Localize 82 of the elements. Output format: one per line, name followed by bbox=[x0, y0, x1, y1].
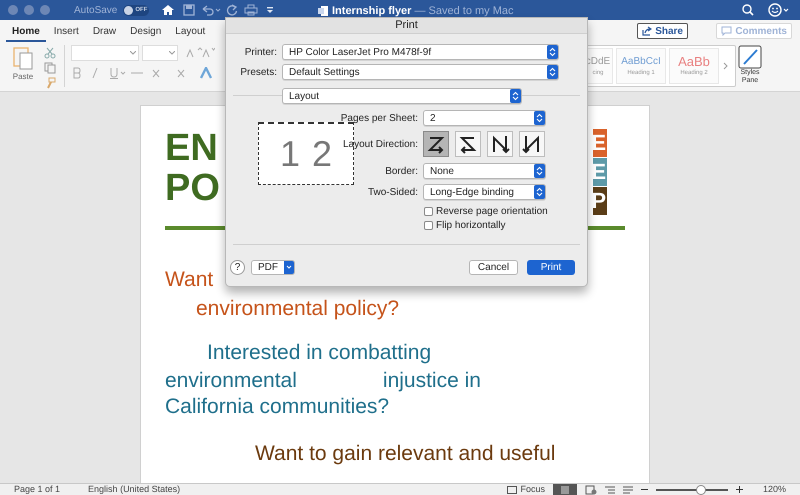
ribbon-tab[interactable]: Design bbox=[124, 22, 168, 42]
stepper-icon bbox=[534, 185, 545, 199]
field-label: Printer: bbox=[244, 46, 277, 60]
letter-tile: E bbox=[593, 129, 607, 157]
scissors-icon[interactable] bbox=[44, 47, 56, 59]
stepper-icon bbox=[534, 164, 545, 178]
help-button[interactable]: ? bbox=[230, 260, 245, 275]
body-text: Want bbox=[165, 267, 214, 293]
pdf-button[interactable]: PDF bbox=[251, 260, 295, 275]
page-number: 1 bbox=[280, 132, 300, 176]
styles-pane-icon bbox=[738, 45, 762, 69]
layout-direction-button[interactable] bbox=[519, 131, 545, 157]
border-dropdown[interactable]: None bbox=[423, 163, 546, 179]
dialog-title: Print bbox=[395, 18, 418, 34]
printer-dropdown[interactable]: HP Color LaserJet Pro M478f-9f bbox=[282, 44, 559, 60]
zoom-in-icon[interactable] bbox=[736, 486, 743, 493]
body-text: Want to gain relevant and useful bbox=[255, 441, 556, 467]
checkbox[interactable]: Reverse page orientation bbox=[424, 204, 548, 219]
stepper-icon bbox=[547, 45, 558, 59]
print-button[interactable]: Print bbox=[527, 260, 575, 275]
letter-tile: E bbox=[593, 158, 607, 186]
web-layout-icon[interactable] bbox=[584, 484, 597, 494]
share-button[interactable]: Share bbox=[637, 23, 688, 39]
outline-icon[interactable] bbox=[604, 486, 615, 494]
stepper-icon bbox=[547, 65, 558, 79]
autosave-label: AutoSave bbox=[74, 4, 118, 18]
presets-dropdown[interactable]: Default Settings bbox=[282, 64, 559, 80]
ribbon-tab[interactable]: Layout bbox=[169, 22, 212, 42]
draft-icon[interactable] bbox=[622, 486, 633, 494]
zoom-out-icon[interactable] bbox=[640, 486, 648, 493]
checkbox[interactable]: Flip horizontally bbox=[424, 218, 506, 233]
body-text: Interested in combatting bbox=[207, 340, 432, 366]
focus-button[interactable]: Focus bbox=[507, 482, 545, 495]
cancel-button[interactable]: Cancel bbox=[469, 260, 518, 275]
body-text: California communities? bbox=[165, 394, 390, 420]
save-status: — Saved to my Mac bbox=[414, 4, 514, 19]
layout-direction-button[interactable] bbox=[455, 131, 481, 157]
language-status[interactable]: English (United States) bbox=[88, 482, 180, 495]
heading-text: PO bbox=[165, 168, 220, 208]
clipboard-icon bbox=[12, 45, 34, 71]
field-label: Layout Direction: bbox=[342, 138, 418, 152]
field-label: Border: bbox=[384, 164, 418, 178]
letter-tile: P bbox=[593, 187, 607, 215]
section-dropdown[interactable]: Layout bbox=[282, 88, 522, 104]
home-icon[interactable] bbox=[161, 4, 176, 16]
redo-icon[interactable] bbox=[226, 4, 238, 16]
field-label: Two-Sided: bbox=[366, 186, 418, 200]
heading-text: EN bbox=[165, 128, 219, 168]
font-name-field[interactable] bbox=[71, 45, 139, 61]
font-size-field[interactable] bbox=[142, 45, 178, 61]
print-layout-icon[interactable] bbox=[552, 484, 577, 495]
printer-icon[interactable] bbox=[244, 4, 258, 16]
page-count: Page 1 of 1 bbox=[14, 482, 60, 495]
search-icon[interactable] bbox=[742, 4, 754, 16]
ribbon-tab[interactable]: Draw bbox=[86, 22, 122, 42]
field-label: Presets: bbox=[239, 66, 277, 80]
more-icon[interactable] bbox=[266, 6, 274, 14]
undo-icon[interactable] bbox=[201, 4, 222, 16]
smiley-icon[interactable] bbox=[768, 3, 790, 17]
pages-per-sheet-dropdown[interactable]: 2 bbox=[423, 110, 546, 126]
layout-direction-button[interactable] bbox=[423, 131, 449, 157]
paste-button[interactable]: Paste bbox=[6, 45, 40, 83]
document-icon bbox=[318, 5, 329, 18]
body-text: environmental policy? bbox=[196, 296, 400, 322]
two-sided-dropdown[interactable]: Long-Edge binding bbox=[423, 184, 546, 200]
stepper-icon bbox=[510, 89, 521, 103]
zoom-level: 120% bbox=[762, 482, 786, 495]
body-text: injustice in bbox=[382, 368, 481, 394]
stepper-icon bbox=[534, 111, 545, 125]
comment-icon bbox=[721, 26, 732, 36]
body-text: environmental bbox=[165, 368, 297, 394]
ribbon-tab[interactable]: Insert bbox=[48, 22, 85, 42]
dropdown-arrow-icon bbox=[284, 261, 294, 274]
field-label: Pages per Sheet: bbox=[340, 112, 418, 126]
document-title: Internship flyer bbox=[332, 4, 412, 19]
page-number: 2 bbox=[312, 132, 332, 176]
copy-icon[interactable] bbox=[44, 62, 56, 74]
layout-direction-button[interactable] bbox=[487, 131, 513, 157]
save-icon[interactable] bbox=[183, 4, 196, 16]
share-icon bbox=[642, 26, 652, 36]
chevron-right-icon[interactable] bbox=[723, 62, 728, 70]
focus-icon bbox=[507, 486, 518, 494]
